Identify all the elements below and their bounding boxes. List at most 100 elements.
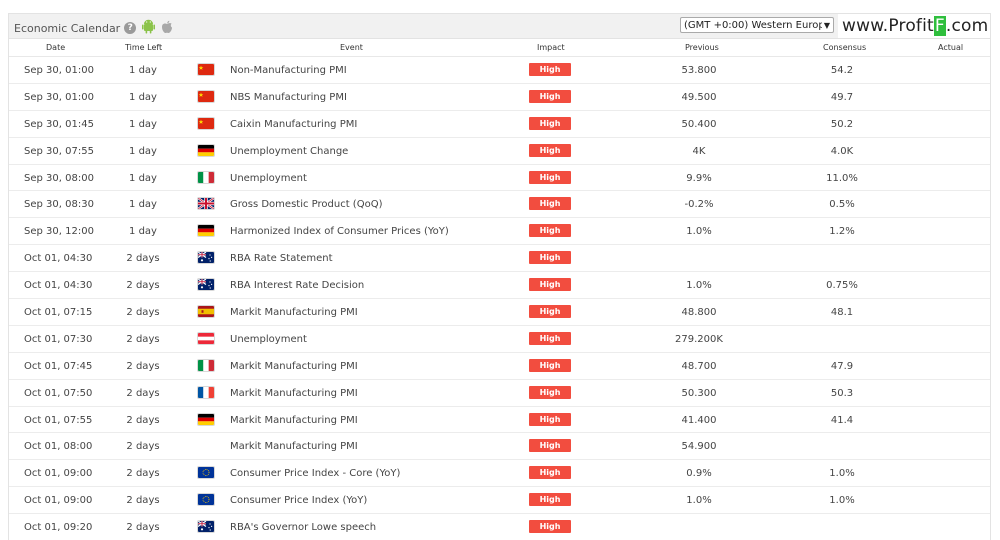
impact-cell: High [529,385,571,399]
column-header-consensus: Consensus [823,43,867,52]
table-row[interactable]: Oct 01, 04:30 2 days RBA Interest Rate Dec… [9,272,990,300]
event-name[interactable]: Harmonized Index of Consumer Prices (YoY… [230,226,449,237]
impact-cell: High [529,224,571,238]
table-row[interactable]: Sep 30, 08:30 1 day Gross Domestic Product… [9,191,990,219]
impact-cell: High [529,439,571,453]
time-left: 2 days [126,522,160,534]
event-date: Oct 01, 04:30 [24,253,93,265]
table-row[interactable]: Sep 30, 07:55 1 day Unemployment Change Hig… [9,138,990,165]
time-left: 2 days [126,414,160,426]
event-date: Oct 01, 07:50 [24,387,93,399]
event-name[interactable]: Unemployment Change [230,146,348,157]
event-name[interactable]: Markit Manufacturing PMI [230,388,358,399]
table-row[interactable]: Oct 01, 07:15 2 days Markit Manufacturing … [9,299,990,326]
event-name[interactable]: Caixin Manufacturing PMI [230,119,357,130]
consensus-value: 11.0% [826,172,858,184]
impact-cell: High [529,305,571,319]
table-row[interactable]: Sep 30, 01:00 1 day Non-Manufacturing PMI H… [9,57,990,84]
impact-badge: High [529,439,571,453]
impact-cell: High [529,116,571,130]
column-header-impact: Impact [537,43,565,52]
impact-cell: High [529,331,571,345]
event-name[interactable]: Markit Manufacturing PMI [230,361,358,372]
calendar-title-group: Economic Calendar ? [14,19,173,37]
table-row[interactable]: Oct 01, 04:30 2 days RBA Rate Statement Hig… [9,245,990,273]
previous-value: 53.800 [681,65,717,76]
impact-cell: High [529,466,571,480]
event-name[interactable]: Non-Manufacturing PMI [230,65,347,76]
watermark-logo: www.ProfitF.com [838,14,990,38]
impact-badge: High [529,412,571,426]
previous-value: 41.400 [681,414,717,426]
table-row[interactable]: Oct 01, 07:50 2 days Markit Manufacturing … [9,380,990,407]
australia-flag-icon [198,279,214,291]
impact-cell: High [529,143,571,157]
event-name[interactable]: Markit Manufacturing PMI [230,415,358,426]
impact-badge: High [529,466,571,480]
consensus-value: 47.9 [830,360,854,372]
column-header-actual: Actual [938,43,964,52]
event-name[interactable]: Unemployment [230,173,307,184]
event-name[interactable]: RBA's Governor Lowe speech [230,522,376,533]
impact-cell: High [529,412,571,426]
event-name[interactable]: Consumer Price Index - Core (YoY) [230,468,400,479]
previous-value: 1.0% [686,280,712,292]
event-date: Sep 30, 12:00 [24,226,94,238]
watermark-prefix: www.Profit [842,16,934,36]
timezone-select[interactable]: (GMT +0:00) Western Europe Ti ▼ [680,17,834,33]
table-row[interactable]: Sep 30, 01:00 1 day NBS Manufacturing PMI H… [9,84,990,111]
apple-icon[interactable] [161,20,173,37]
italy-flag-icon [198,171,214,183]
impact-badge: High [529,116,571,130]
consensus-value: 49.7 [830,91,854,103]
time-left: 1 day [129,91,157,103]
event-name[interactable]: Markit Manufacturing PMI [230,441,358,452]
table-row[interactable]: Sep 30, 01:45 1 day Caixin Manufacturing P… [9,111,990,138]
column-header-previous: Previous [685,43,719,52]
time-left: 1 day [129,199,157,211]
time-left: 1 day [129,118,157,130]
impact-cell: High [529,493,571,507]
italy-flag-icon [198,359,214,371]
table-row[interactable]: Oct 01, 07:45 2 days Markit Manufacturing … [9,353,990,380]
table-row[interactable]: Sep 30, 12:00 1 day Harmonized Index of Co… [9,218,990,246]
event-date: Oct 01, 07:55 [24,414,93,426]
previous-value: 48.700 [681,360,717,372]
event-name[interactable]: Gross Domestic Product (QoQ) [230,199,382,210]
consensus-value: 54.2 [830,65,854,76]
impact-badge: High [529,331,571,345]
germany-flag-icon [198,413,214,425]
table-row[interactable]: Oct 01, 09:00 2 days Consumer Price Index … [9,460,990,488]
impact-badge: High [529,520,571,534]
event-name[interactable]: NBS Manufacturing PMI [230,92,347,103]
column-header-date: Date [46,43,66,52]
impact-cell: High [529,251,571,265]
consensus-value: 50.3 [830,387,854,399]
event-name[interactable]: Unemployment [230,334,307,345]
table-row[interactable]: Oct 01, 07:55 2 days Markit Manufacturing … [9,407,990,434]
table-row[interactable]: Oct 01, 09:20 2 days RBA's Governor Lowe s… [9,514,990,540]
event-name[interactable]: Consumer Price Index (YoY) [230,495,367,506]
previous-value: -0.2% [684,199,714,211]
question-icon[interactable]: ? [124,22,137,34]
impact-badge: High [529,493,571,507]
event-name[interactable]: RBA Interest Rate Decision [230,280,364,291]
android-icon[interactable] [142,19,156,37]
impact-cell: High [529,520,571,534]
previous-value: 1.0% [686,495,712,507]
china-flag-icon [198,117,214,129]
table-row[interactable]: Oct 01, 09:00 2 days Consumer Price Index … [9,487,990,515]
impact-badge: High [529,305,571,319]
impact-badge: High [529,385,571,399]
table-row[interactable]: Oct 01, 08:00 2 days Markit Manufacturing … [9,433,990,461]
impact-badge: High [529,251,571,265]
event-name[interactable]: RBA Rate Statement [230,253,333,264]
table-row[interactable]: Sep 30, 08:00 1 day Unemployment High 9.9% 11… [9,165,990,192]
eu-flag-icon [198,467,214,479]
event-date: Oct 01, 09:00 [24,495,93,507]
time-left: 2 days [126,387,160,399]
table-row[interactable]: Oct 01, 07:30 2 days Unemployment High 279.2… [9,326,990,353]
impact-badge: High [529,278,571,292]
event-date: Oct 01, 09:20 [24,522,93,534]
event-name[interactable]: Markit Manufacturing PMI [230,307,358,318]
